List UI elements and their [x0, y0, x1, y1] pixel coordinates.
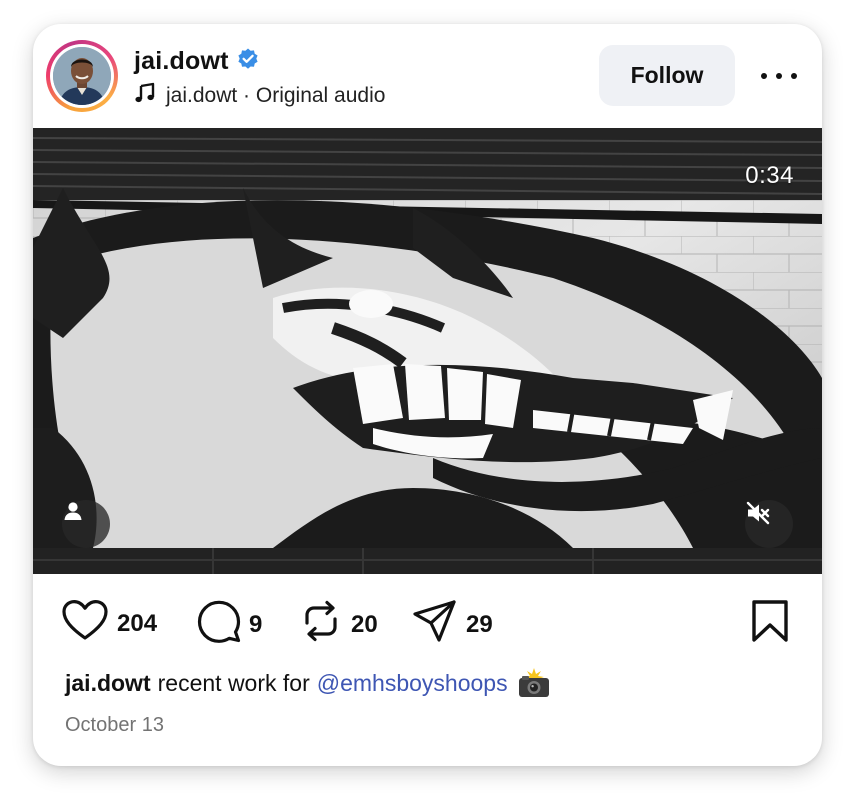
- post-card: jai.dowt jai.dowt · Original audio Follo…: [33, 24, 822, 766]
- repost-action[interactable]: 20: [299, 599, 378, 650]
- speaker-muted-icon[interactable]: [745, 500, 793, 548]
- video-frame-bulldog-mural: [33, 128, 822, 574]
- video-duration: 0:34: [745, 162, 794, 189]
- like-count: 204: [117, 609, 158, 637]
- username[interactable]: jai.dowt: [134, 47, 229, 76]
- share-action[interactable]: 29: [412, 599, 493, 650]
- send-icon: [412, 599, 458, 650]
- like-action[interactable]: 204: [61, 599, 157, 648]
- music-note-icon: [134, 82, 156, 110]
- share-count: 29: [466, 610, 493, 638]
- post-header: jai.dowt jai.dowt · Original audio Follo…: [33, 24, 822, 128]
- heart-icon: [61, 599, 109, 648]
- verified-badge-icon: [236, 47, 260, 76]
- repost-count: 20: [351, 610, 378, 638]
- follow-button[interactable]: Follow: [599, 45, 735, 106]
- post-caption: jai.dowt recent work for @emhsboyshoops: [65, 668, 551, 698]
- camera-flash-emoji: [517, 668, 551, 698]
- story-ring[interactable]: [46, 40, 118, 112]
- caption-text: recent work for: [157, 669, 310, 696]
- caption-mention[interactable]: @emhsboyshoops: [317, 670, 508, 697]
- comment-action[interactable]: 9: [197, 599, 262, 650]
- avatar-portrait: [53, 47, 111, 105]
- comment-bubble-icon: [197, 599, 241, 650]
- tagged-people-icon[interactable]: [62, 500, 110, 548]
- comment-count: 9: [249, 610, 263, 638]
- action-bar: 204 9 20 29: [33, 594, 822, 650]
- more-options-icon[interactable]: [761, 64, 797, 88]
- avatar[interactable]: [53, 47, 111, 105]
- audio-label: jai.dowt · Original audio: [166, 84, 386, 107]
- repost-icon: [299, 599, 343, 650]
- audio-link[interactable]: jai.dowt · Original audio: [134, 82, 385, 110]
- bookmark-icon[interactable]: [750, 599, 790, 643]
- caption-username[interactable]: jai.dowt: [65, 670, 151, 697]
- post-date: October 13: [65, 714, 164, 736]
- video-player[interactable]: 0:34: [33, 128, 822, 574]
